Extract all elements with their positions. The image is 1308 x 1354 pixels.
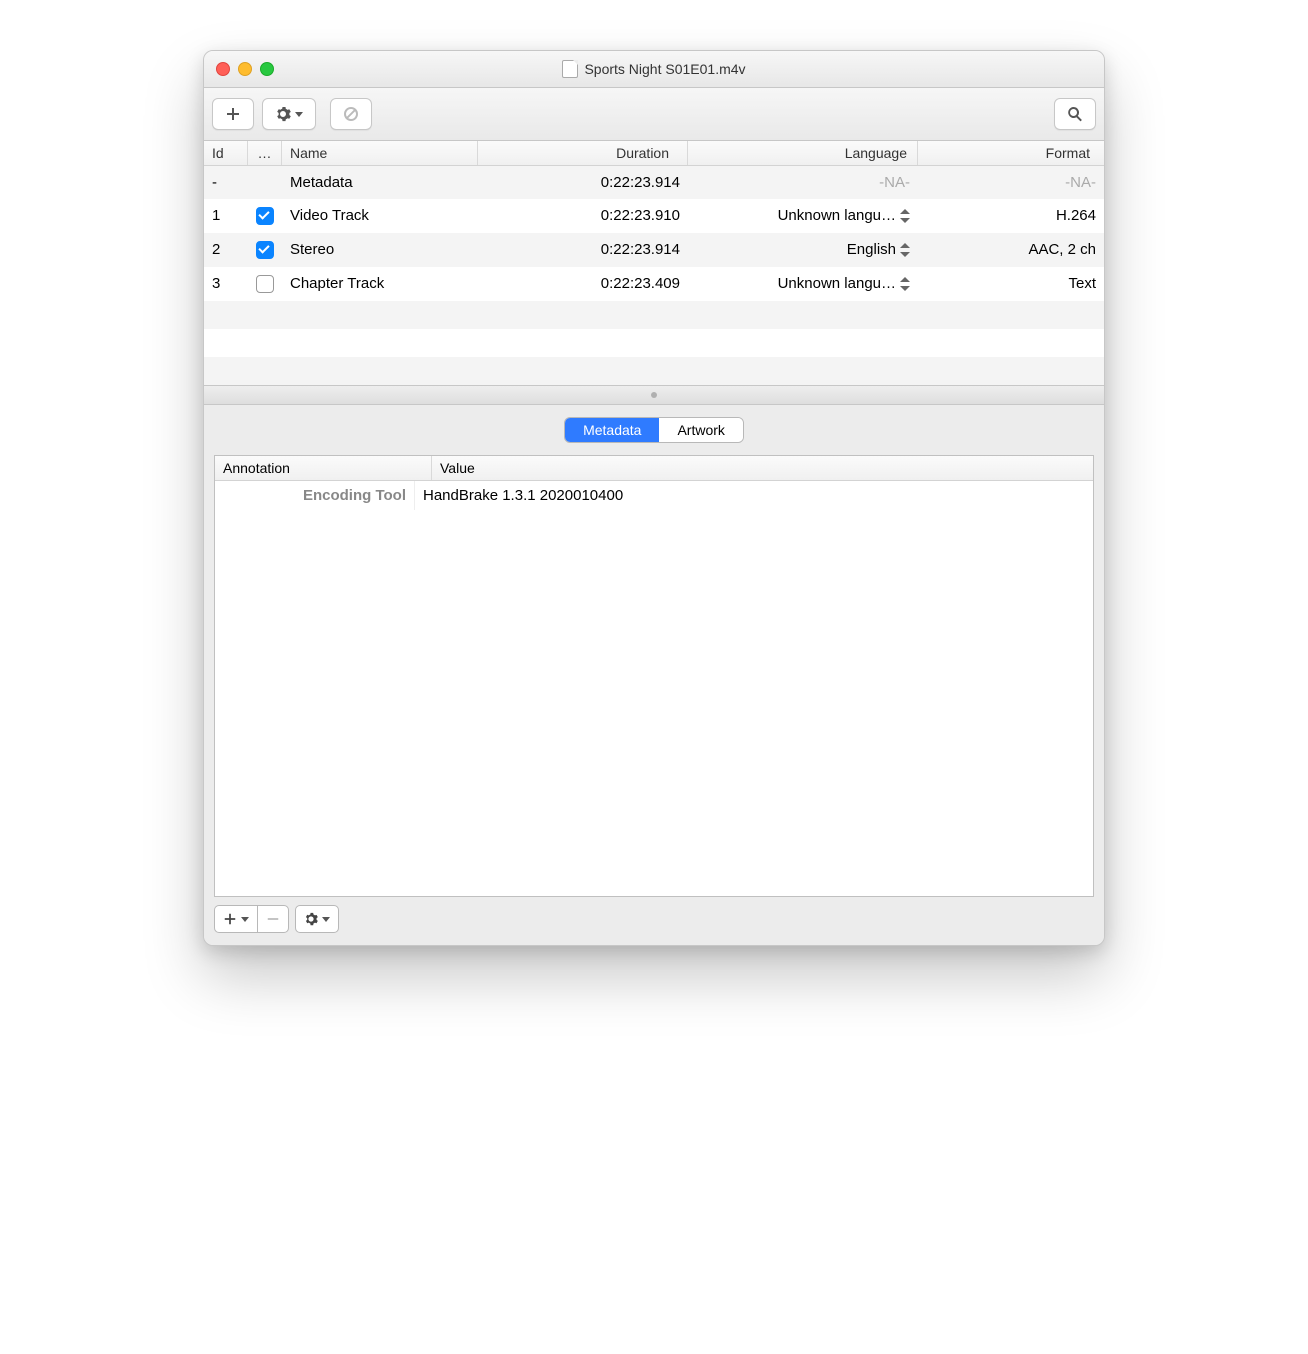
plus-icon — [225, 106, 241, 122]
track-duration: 0:22:23.910 — [478, 203, 688, 229]
enabled-checkbox[interactable] — [256, 275, 274, 293]
col-duration[interactable]: Duration — [478, 141, 688, 165]
track-row[interactable]: 3 Chapter Track0:22:23.409Unknown langu…T… — [204, 267, 1104, 301]
annotation-cell: Encoding Tool — [215, 481, 415, 510]
track-enabled-cell — [248, 170, 282, 195]
track-enabled-cell — [248, 271, 282, 297]
value-cell[interactable]: HandBrake 1.3.1 2020010400 — [415, 481, 1093, 510]
col-name[interactable]: Name — [282, 141, 478, 165]
track-row[interactable]: -Metadata0:22:23.914-NA--NA- — [204, 166, 1104, 199]
track-language: -NA- — [688, 170, 918, 195]
col-annotation[interactable]: Annotation — [215, 456, 432, 480]
track-id: - — [204, 170, 248, 195]
col-value[interactable]: Value — [432, 456, 1093, 480]
search-button[interactable] — [1054, 98, 1096, 130]
track-enabled-cell — [248, 237, 282, 263]
track-name: Metadata — [282, 170, 478, 195]
track-format: -NA- — [918, 170, 1104, 195]
minimize-window-button[interactable] — [238, 62, 252, 76]
track-duration: 0:22:23.914 — [478, 170, 688, 195]
metadata-row[interactable]: Encoding ToolHandBrake 1.3.1 2020010400 — [215, 481, 1093, 510]
popup-arrows-icon — [900, 277, 910, 291]
empty-rows — [204, 301, 1104, 385]
metadata-table: Annotation Value Encoding ToolHandBrake … — [214, 455, 1094, 897]
tracks-table: Id … Name Duration Language Format - Meta… — [204, 141, 1104, 385]
chevron-down-icon — [295, 112, 303, 117]
col-language[interactable]: Language — [688, 141, 918, 165]
track-enabled-cell — [248, 203, 282, 229]
track-format: H.264 — [918, 203, 1104, 229]
track-name: Stereo — [282, 237, 478, 263]
detail-tabs: Metadata Artwork — [214, 417, 1094, 443]
track-language[interactable]: Unknown langu… — [688, 203, 918, 229]
gear-icon — [275, 106, 291, 122]
col-format[interactable]: Format — [918, 141, 1104, 165]
chevron-down-icon — [322, 917, 330, 922]
col-enabled[interactable]: … — [248, 141, 282, 165]
metadata-toolbar — [214, 905, 1094, 933]
detail-pane: Metadata Artwork Annotation Value Encodi… — [204, 405, 1104, 945]
track-format: Text — [918, 271, 1104, 297]
popup-arrows-icon — [900, 243, 910, 257]
pane-splitter[interactable] — [204, 385, 1104, 405]
tracks-header: Id … Name Duration Language Format — [204, 141, 1104, 166]
close-window-button[interactable] — [216, 62, 230, 76]
track-row[interactable]: 1 Video Track0:22:23.910Unknown langu…H.2… — [204, 199, 1104, 233]
col-id[interactable]: Id — [204, 141, 248, 165]
track-name: Chapter Track — [282, 271, 478, 297]
no-entry-icon — [343, 106, 359, 122]
remove-track-button[interactable] — [330, 98, 372, 130]
track-id: 1 — [204, 203, 248, 229]
track-name: Video Track — [282, 203, 478, 229]
document-icon — [562, 60, 578, 78]
add-metadata-button[interactable] — [214, 905, 257, 933]
search-icon — [1067, 106, 1083, 122]
app-window: Sports Night S01E01.m4v Id … Name Durati… — [203, 50, 1105, 946]
plus-icon — [223, 912, 237, 926]
track-format: AAC, 2 ch — [918, 237, 1104, 263]
enabled-checkbox[interactable] — [256, 241, 274, 259]
window-controls — [216, 62, 274, 76]
track-id: 3 — [204, 271, 248, 297]
tab-artwork[interactable]: Artwork — [659, 418, 742, 442]
action-menu-button[interactable] — [262, 98, 316, 130]
tab-metadata[interactable]: Metadata — [565, 418, 659, 442]
track-row[interactable]: 2 Stereo0:22:23.914EnglishAAC, 2 ch — [204, 233, 1104, 267]
track-language[interactable]: English — [688, 237, 918, 263]
gear-icon — [304, 912, 318, 926]
window-title: Sports Night S01E01.m4v — [584, 61, 745, 77]
titlebar: Sports Night S01E01.m4v — [204, 51, 1104, 88]
track-language[interactable]: Unknown langu… — [688, 271, 918, 297]
chevron-down-icon — [241, 917, 249, 922]
minus-icon — [266, 912, 280, 926]
popup-arrows-icon — [900, 209, 910, 223]
zoom-window-button[interactable] — [260, 62, 274, 76]
track-duration: 0:22:23.914 — [478, 237, 688, 263]
track-id: 2 — [204, 237, 248, 263]
metadata-action-button[interactable] — [295, 905, 339, 933]
remove-metadata-button[interactable] — [257, 905, 289, 933]
add-track-button[interactable] — [212, 98, 254, 130]
track-duration: 0:22:23.409 — [478, 271, 688, 297]
enabled-checkbox[interactable] — [256, 207, 274, 225]
toolbar — [204, 88, 1104, 141]
